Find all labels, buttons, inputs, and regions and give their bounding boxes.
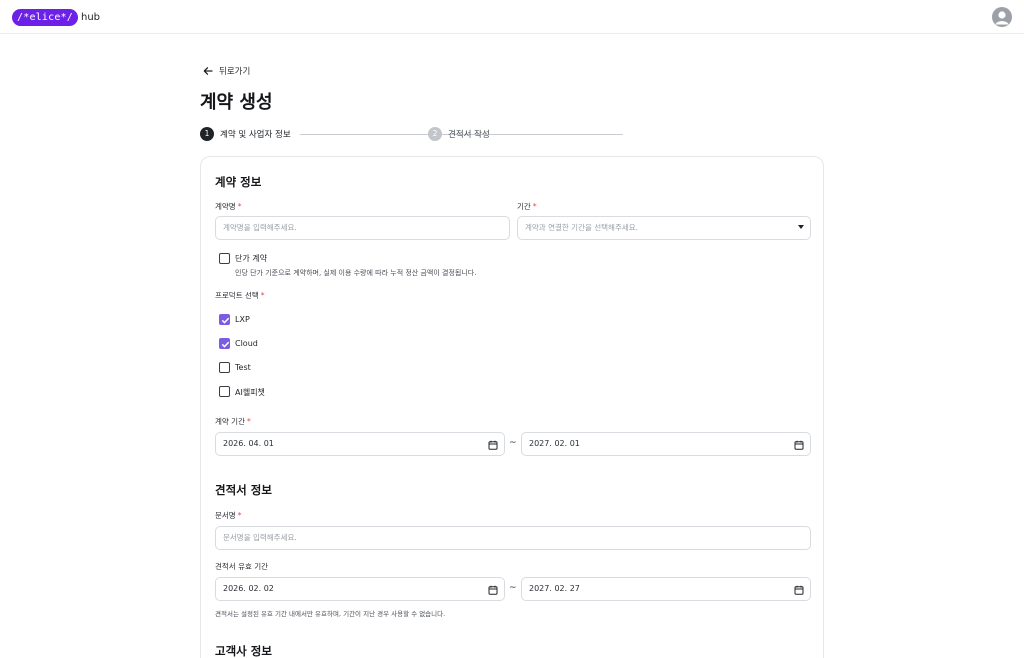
user-icon[interactable] — [992, 7, 1012, 27]
product-ai-helpy-chat-label: AI헬피챗 — [235, 388, 265, 397]
contract-name-input[interactable]: 계약명을 입력해주세요. — [215, 216, 510, 240]
contract-term-end-input[interactable]: 2027. 02. 01 — [521, 432, 811, 456]
customer-section-title: 고객사 정보 — [215, 644, 272, 658]
product-lxp-checkbox[interactable] — [219, 314, 230, 325]
document-name-input[interactable]: 문서명을 입력해주세요. — [215, 526, 811, 550]
quote-valid-period-label: 견적서 유효 기간 — [215, 562, 269, 571]
period-label: 기간 * — [517, 202, 537, 211]
range-separator: ~ — [509, 438, 517, 448]
page-title: 계약 생성 — [200, 92, 273, 113]
top-bar: /*elice*/ hub — [0, 0, 1024, 34]
product-test-label: Test — [235, 363, 251, 372]
check-icon — [221, 341, 230, 348]
contract-section-title: 계약 정보 — [215, 175, 262, 189]
step-2-number: 2 — [428, 127, 442, 141]
step-2-label: 견적서 작성 — [448, 130, 490, 140]
document-name-label: 문서명 * — [215, 511, 242, 520]
calendar-icon[interactable] — [488, 585, 498, 595]
product-lxp-label: LXP — [235, 315, 250, 324]
product-select-label: 프로덕트 선택 * — [215, 291, 265, 300]
back-label: 뒤로가기 — [219, 67, 251, 77]
step-1-label: 계약 및 사업자 정보 — [220, 130, 291, 140]
quote-valid-end-input[interactable]: 2027. 02. 27 — [521, 577, 811, 601]
chevron-down-icon — [798, 225, 804, 229]
form-card: 계약 정보 계약명 * 계약명을 입력해주세요. 기간 * 계약과 연결한 기간을 … — [200, 156, 824, 658]
unit-price-checkbox[interactable] — [219, 253, 230, 264]
product-cloud-checkbox[interactable] — [219, 338, 230, 349]
quote-valid-end-value: 2027. 02. 27 — [529, 584, 580, 593]
elice-hub-logo[interactable]: /*elice*/ hub — [12, 9, 100, 26]
product-cloud-label: Cloud — [235, 339, 258, 348]
unit-price-hint: 인당 단가 기준으로 계약하며, 실제 이용 수량에 따라 누적 정산 금액이 … — [235, 269, 477, 277]
check-icon — [221, 317, 230, 324]
calendar-icon[interactable] — [488, 440, 498, 450]
product-test-checkbox[interactable] — [219, 362, 230, 373]
range-separator: ~ — [509, 583, 517, 593]
quote-section-title: 견적서 정보 — [215, 483, 272, 497]
logo-mark: /*elice*/ — [12, 9, 78, 26]
product-ai-helpy-chat-checkbox[interactable] — [219, 386, 230, 397]
contract-term-label: 계약 기간 * — [215, 417, 251, 426]
back-link[interactable]: 뒤로가기 — [203, 65, 250, 77]
quote-valid-start-input[interactable]: 2026. 02. 02 — [215, 577, 505, 601]
calendar-icon[interactable] — [794, 440, 804, 450]
unit-price-label: 단가 계약 — [235, 254, 267, 263]
quote-valid-period-hint: 견적서는 설정된 유효 기간 내에서만 유효하며, 기간이 지난 경우 사용할 … — [215, 610, 446, 618]
contract-term-start-value: 2026. 04. 01 — [223, 439, 274, 448]
calendar-icon[interactable] — [794, 585, 804, 595]
contract-name-label: 계약명 * — [215, 202, 242, 211]
stepper: 1 계약 및 사업자 정보 2 견적서 작성 — [200, 127, 623, 141]
period-select-placeholder: 계약과 연결한 기간을 선택해주세요. — [525, 223, 639, 232]
arrow-left-icon — [203, 67, 213, 75]
period-select[interactable]: 계약과 연결한 기간을 선택해주세요. — [517, 216, 811, 240]
step-1-number: 1 — [200, 127, 214, 141]
contract-term-start-input[interactable]: 2026. 04. 01 — [215, 432, 505, 456]
quote-valid-start-value: 2026. 02. 02 — [223, 584, 274, 593]
logo-suffix: hub — [81, 12, 101, 23]
contract-term-end-value: 2027. 02. 01 — [529, 439, 580, 448]
